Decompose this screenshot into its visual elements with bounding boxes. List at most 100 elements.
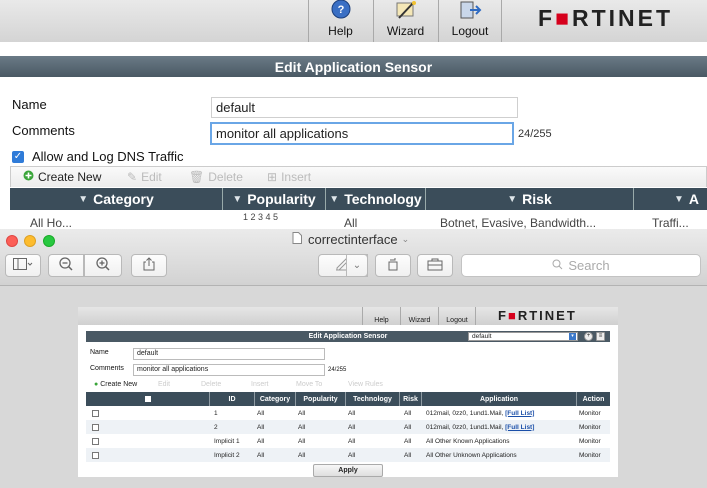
help-label: Help [328,24,353,38]
toolbox-icon [427,258,443,274]
column-action[interactable]: Action [577,392,610,406]
edit-icon: ✎ [127,170,138,184]
wizard-button[interactable]: Wizard [373,0,437,42]
minimize-window-button[interactable] [24,235,36,247]
logout-label: Logout [451,24,489,38]
search-field[interactable]: Search [461,254,701,277]
embedded-logout-button[interactable]: Logout [438,307,476,325]
dns-traffic-label: Allow and Log DNS Traffic [32,149,184,164]
full-list-link[interactable]: [Full List] [505,410,534,417]
embedded-help-button[interactable]: Help [362,307,400,325]
add-sensor-icon[interactable]: + [584,332,593,341]
row-checkbox[interactable] [92,409,99,417]
apply-button[interactable]: Apply [313,464,383,477]
table-row[interactable]: 1 All All All All 012mail, 0zz0, 1und1.M… [86,406,610,420]
rotate-icon [386,257,400,274]
embedded-fortinet-logo: F■RTINET [498,308,577,323]
help-icon: ? [329,0,353,22]
zoom-out-button[interactable] [48,254,84,277]
embedded-edit-button[interactable]: Edit [158,381,170,388]
embedded-name-input[interactable]: default [133,348,325,360]
name-input[interactable]: default [211,97,518,118]
window-title[interactable]: correctinterface ⌄ [292,232,409,247]
table-row[interactable]: Implicit 2 All All All All All Other Unk… [86,448,610,462]
edit-button[interactable]: ✎ Edit [127,170,162,184]
zoom-out-icon [59,257,73,274]
logout-icon [458,0,482,22]
window-toolbar: correctinterface ⌄ ⌄ Search [0,229,707,286]
table-header: ID Category Popularity Technology Risk A… [86,392,610,406]
delete-button[interactable]: 🗑 Delete [189,170,243,184]
zoom-window-button[interactable] [43,235,55,247]
list-toolbar: Create New ✎ Edit 🗑 Delete ⊞ Insert [10,166,707,187]
table-row[interactable]: Implicit 1 All All All All All Other Kno… [86,434,610,448]
create-new-button[interactable]: Create New [23,170,101,184]
sensor-select[interactable]: default ▾ [468,332,578,341]
embedded-wizard-button[interactable]: Wizard [400,307,438,325]
row-checkbox[interactable] [92,437,99,445]
wizard-label: Wizard [386,24,425,38]
list-sensor-icon[interactable]: ≡ [596,332,605,341]
filter-icon: ▼ [232,193,243,205]
column-category[interactable]: Category [255,392,296,406]
chevron-down-icon: ⌄ [401,234,410,244]
table-row[interactable]: 2 All All All All 012mail, 0zz0, 1und1.M… [86,420,610,434]
sidebar-toggle-button[interactable] [5,254,41,277]
sidebar-icon [13,258,33,273]
filter-icon: ▼ [674,193,684,205]
column-risk[interactable]: Risk [400,392,422,406]
column-technology[interactable]: ▼ Technology [326,188,426,210]
filter-icon: ▼ [329,193,340,205]
filter-table-header: ▼ Category ▼ Popularity ▼ Technology ▼ Risk … [10,188,707,210]
embedded-create-new-button[interactable]: ● Create New [94,381,137,388]
embedded-name-label: Name [90,349,109,356]
embedded-insert-button[interactable]: Insert [251,381,269,388]
insert-button[interactable]: ⊞ Insert [267,170,311,184]
comments-label: Comments [12,123,75,138]
help-button[interactable]: ? Help [308,0,372,42]
full-list-link[interactable]: [Full List] [505,424,534,431]
embedded-move-to-button[interactable]: Move To [296,381,322,388]
wizard-icon [394,0,418,22]
table-row[interactable]: All Ho... 1 2 3 4 5 All Botnet, Evasive,… [10,210,707,230]
svg-text:?: ? [337,4,344,16]
column-technology[interactable]: Technology [346,392,400,406]
filter-icon: ▼ [507,193,518,205]
embedded-list-toolbar: ● Create New Edit Delete Insert Move To … [86,380,610,391]
filter-icon: ▼ [78,193,89,205]
column-application[interactable]: Application [422,392,577,406]
comments-char-count: 24/255 [518,128,552,140]
column-risk[interactable]: ▼ Risk [426,188,634,210]
rotate-button[interactable] [375,254,411,277]
fortinet-logo: F■RTINET [538,5,674,31]
panel-title: Edit Application Sensor [0,56,707,77]
chevron-down-icon: ⌄ [352,260,362,271]
embedded-view-rules-button[interactable]: View Rules [348,381,383,388]
column-popularity[interactable]: Popularity [296,392,346,406]
search-icon [552,258,563,273]
column-category[interactable]: ▼ Category [10,188,223,210]
zoom-in-icon [96,257,110,274]
document-icon [292,232,302,247]
embedded-delete-button[interactable]: Delete [201,381,221,388]
column-popularity[interactable]: ▼ Popularity [223,188,326,210]
row-checkbox[interactable] [92,423,99,431]
chevron-down-icon: ▾ [569,333,576,340]
row-checkbox[interactable] [92,451,99,459]
close-window-button[interactable] [6,235,18,247]
share-icon [143,257,155,274]
markup-dropdown-button[interactable]: ⌄ [346,254,368,277]
column-application[interactable]: ▼ A [634,188,707,210]
embedded-screenshot: Help Wizard Logout F■RTINET Edit Applica… [78,307,618,477]
toolbox-button[interactable] [417,254,453,277]
embedded-comments-label: Comments [90,365,124,372]
comments-input[interactable]: monitor all applications [210,122,514,145]
column-select[interactable] [86,392,210,406]
column-id[interactable]: ID [210,392,255,406]
share-button[interactable] [131,254,167,277]
logout-button[interactable]: Logout [438,0,502,42]
zoom-in-button[interactable] [84,254,122,277]
name-label: Name [12,97,47,112]
embedded-comments-input[interactable]: monitor all applications [133,364,325,376]
dns-traffic-checkbox[interactable]: ✓ [12,151,24,163]
